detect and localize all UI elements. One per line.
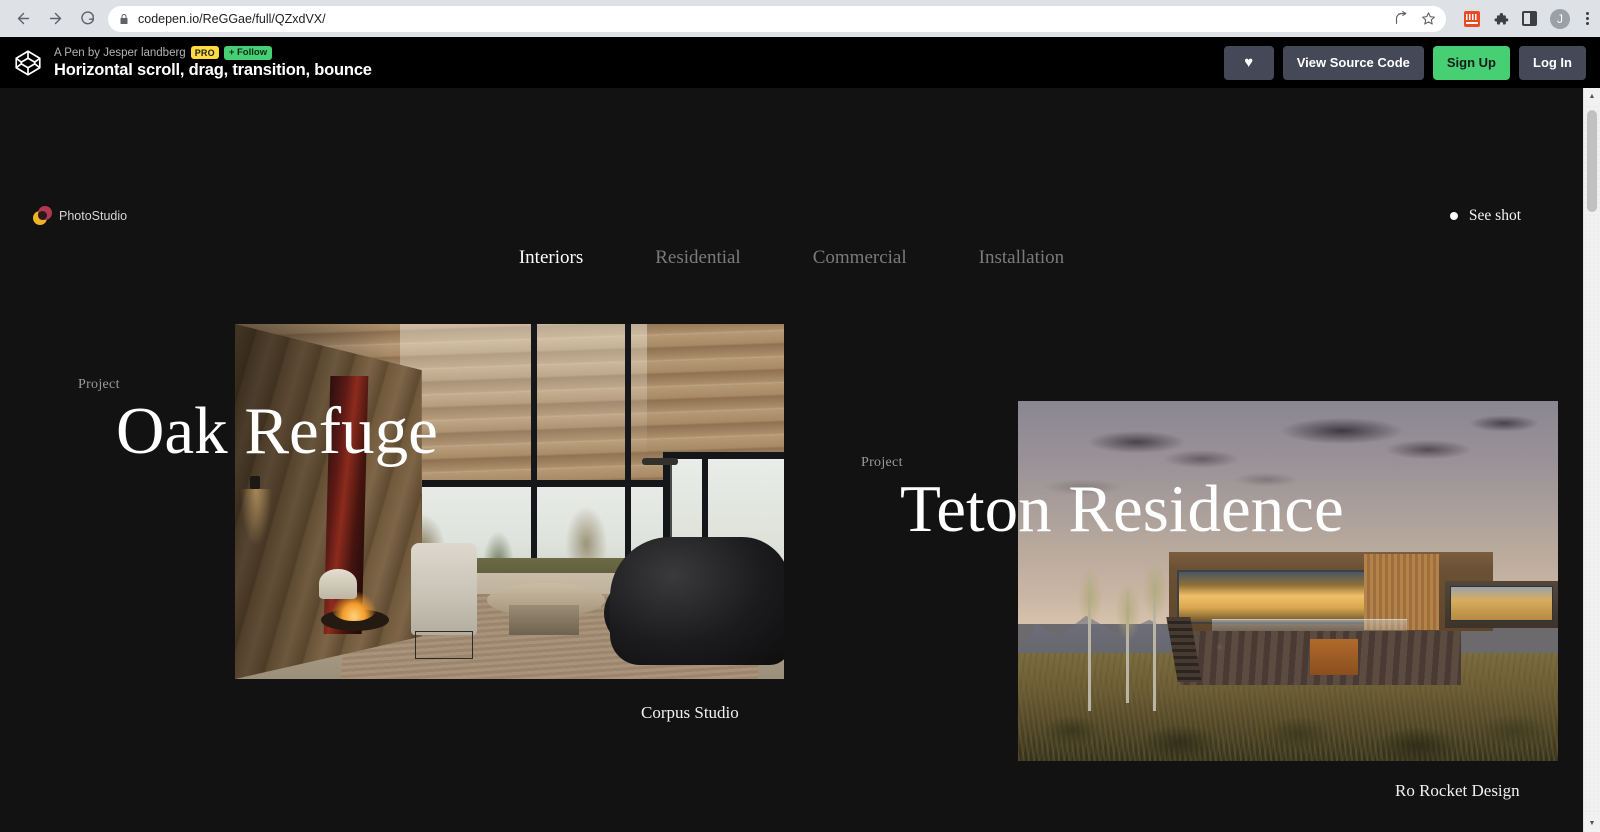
nav-item-residential[interactable]: Residential: [643, 243, 752, 273]
project-credit: Corpus Studio: [641, 703, 739, 722]
follow-button[interactable]: + Follow: [223, 45, 273, 60]
scroll-up-arrow-icon[interactable]: ▲: [1584, 88, 1600, 105]
pen-meta: A Pen by Jesper landberg PRO + Follow Ho…: [54, 45, 372, 80]
project-title: Teton Residence: [900, 472, 1344, 546]
project-title: Oak Refuge: [116, 394, 438, 468]
back-button[interactable]: [8, 4, 38, 34]
main-nav: Interiors Residential Commercial Install…: [0, 243, 1583, 273]
photostudio-logo-icon: [33, 206, 52, 225]
vertical-scrollbar[interactable]: ▲ ▼: [1583, 88, 1600, 832]
profile-avatar[interactable]: J: [1550, 8, 1570, 29]
see-shot-label: See shot: [1468, 207, 1521, 224]
codepen-logo-icon[interactable]: [14, 49, 42, 77]
side-panel-icon[interactable]: [1522, 11, 1537, 26]
extension-orange-icon[interactable]: [1464, 10, 1480, 27]
pen-byline: A Pen by Jesper landberg PRO + Follow: [54, 45, 372, 60]
heart-button[interactable]: ♥: [1223, 45, 1274, 80]
site-logo[interactable]: PhotoStudio: [33, 206, 127, 225]
codepen-actions: ♥ View Source Code Sign Up Log In: [1223, 45, 1586, 80]
url-text[interactable]: codepen.io/ReGGae/full/QZxdVX/: [138, 12, 1386, 26]
view-source-code-button[interactable]: View Source Code: [1282, 45, 1424, 80]
scroll-down-arrow-icon[interactable]: ▼: [1584, 815, 1600, 832]
pen-author[interactable]: A Pen by Jesper landberg: [54, 47, 186, 59]
pen-title: Horizontal scroll, drag, transition, bou…: [54, 60, 372, 79]
browser-extension-icons: J: [1454, 8, 1592, 29]
site-logo-label: PhotoStudio: [59, 208, 128, 223]
see-shot-link[interactable]: See shot: [1449, 207, 1521, 225]
star-icon[interactable]: [1421, 11, 1436, 26]
log-in-button[interactable]: Log In: [1519, 45, 1586, 80]
reload-button[interactable]: [72, 4, 102, 34]
sign-up-button[interactable]: Sign Up: [1432, 45, 1510, 80]
three-dot-menu-icon[interactable]: [1583, 12, 1592, 25]
pen-viewport: PhotoStudio See shot Interiors Residenti…: [0, 88, 1600, 832]
scrollbar-thumb[interactable]: [1587, 110, 1597, 212]
reload-icon: [80, 11, 94, 25]
nav-item-installation[interactable]: Installation: [967, 243, 1076, 273]
project-image[interactable]: [1018, 401, 1558, 761]
project-image[interactable]: [235, 324, 784, 679]
nav-item-commercial[interactable]: Commercial: [801, 243, 919, 273]
bullet-dot-icon: [1449, 212, 1458, 220]
puzzle-icon[interactable]: [1493, 11, 1509, 27]
lock-icon: [120, 13, 128, 24]
forward-button[interactable]: [40, 4, 70, 34]
codepen-header: A Pen by Jesper landberg PRO + Follow Ho…: [0, 37, 1600, 88]
project-credit: Ro Rocket Design: [1395, 781, 1520, 800]
browser-toolbar: codepen.io/ReGGae/full/QZxdVX/ J: [0, 0, 1600, 37]
pen-canvas[interactable]: PhotoStudio See shot Interiors Residenti…: [0, 88, 1583, 832]
forward-arrow-icon: [49, 12, 61, 25]
pro-badge: PRO: [190, 46, 219, 59]
share-icon[interactable]: [1394, 11, 1409, 26]
nav-item-interiors[interactable]: Interiors: [507, 243, 595, 273]
address-bar[interactable]: codepen.io/ReGGae/full/QZxdVX/: [108, 5, 1446, 32]
back-arrow-icon: [17, 12, 29, 25]
project-kicker: Project: [78, 377, 120, 392]
project-kicker: Project: [861, 455, 903, 470]
